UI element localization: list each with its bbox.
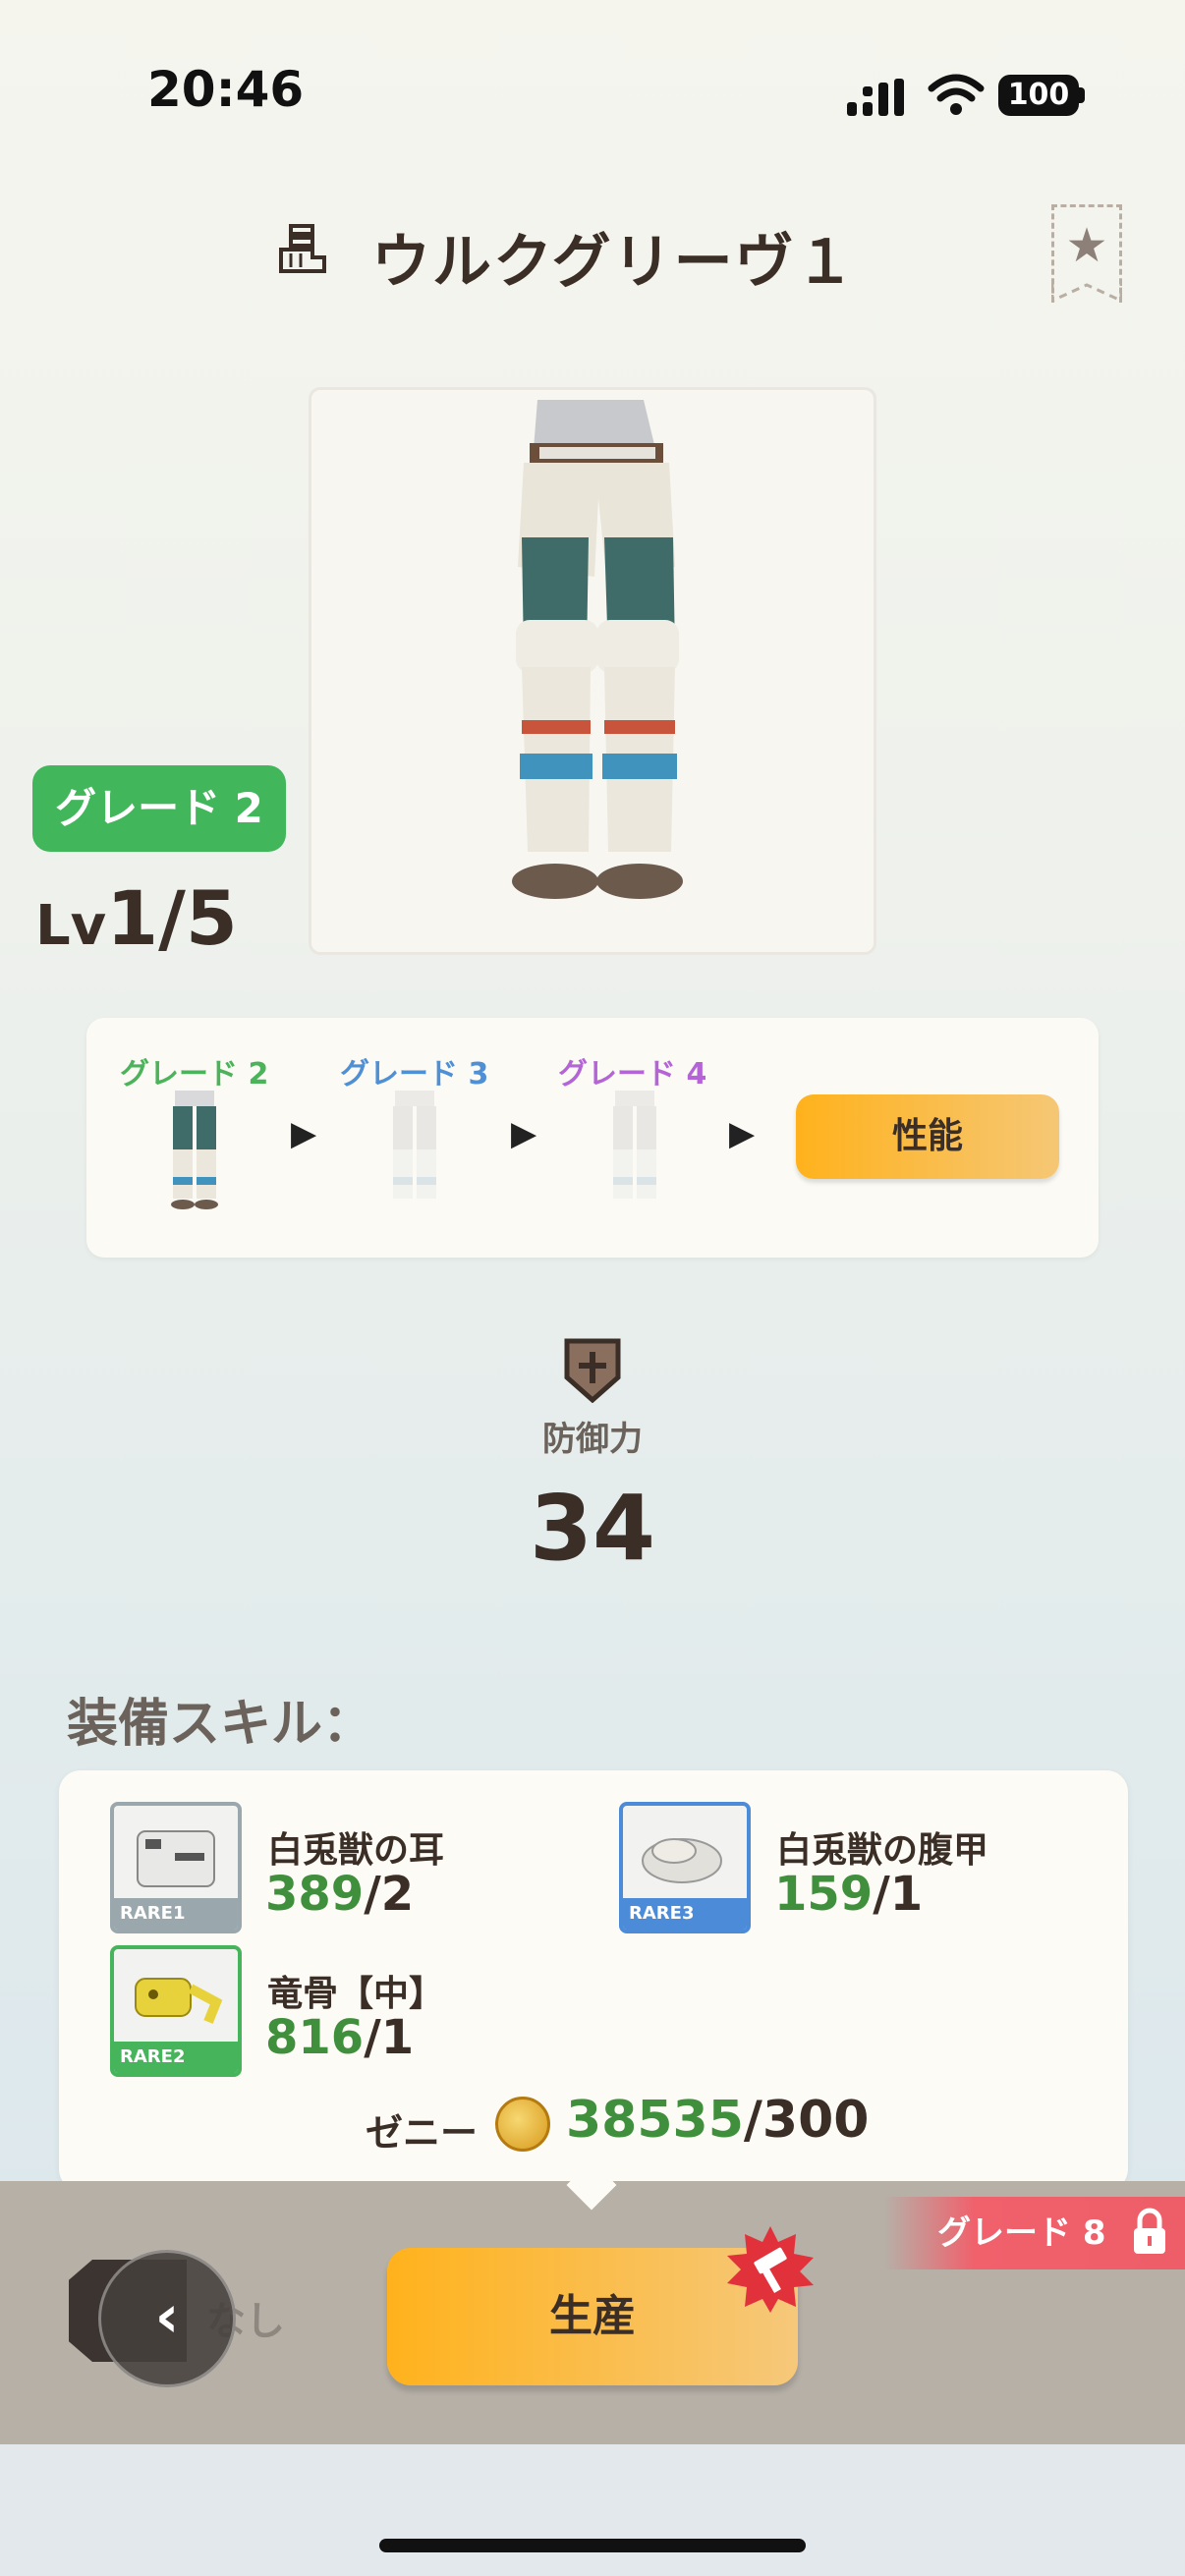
arrow-right-icon: ▶ [729,1114,756,1153]
defense-value: 34 [529,1476,656,1581]
back-button[interactable]: ‹ [98,2250,236,2387]
material-image [137,1830,215,1887]
battery-indicator: 100 [998,75,1079,116]
star-icon[interactable]: ★ [1051,218,1122,273]
rarity-label: RARE3 [623,1898,747,1930]
favorite-ribbon-tail [1051,281,1122,303]
level-prefix: Lv [35,894,107,958]
bottom-safe-area [0,2444,1185,2576]
material-count: 159/1 [774,1867,923,1922]
level-indicator: Lv1/5 [35,874,238,962]
material-have: 816 [265,2010,365,2065]
arrow-right-icon: ▶ [511,1114,537,1153]
shield-icon [564,1338,621,1403]
battery-tip [1079,87,1085,103]
material-icon-dragonbone[interactable]: RARE2 [110,1945,242,2077]
status-time: 20:46 [147,61,305,118]
material-need: /1 [873,1867,924,1922]
lock-icon [1134,2208,1165,2254]
material-have: 159 [774,1867,874,1922]
material-have: 389 [265,1867,365,1922]
skills-heading: 装備スキル： [67,1695,374,1754]
grade-3-thumbnail[interactable] [350,1087,478,1214]
performance-button[interactable]: 性能 [796,1094,1059,1179]
grade-2-thumbnail[interactable] [130,1087,257,1214]
material-name: 白兎獣の耳 [267,1830,445,1871]
material-need: /2 [364,1867,415,1922]
cellular-signal-icon [847,79,904,116]
material-icon-rabbit-plate[interactable]: RARE3 [619,1802,751,1933]
zeny-have: 38535 [566,2091,744,2150]
material-name: 白兎獣の腹甲 [776,1830,989,1871]
page-title: ウルクグリーヴ１ [371,228,857,297]
rarity-label: RARE1 [114,1898,238,1930]
zeny-count: 38535/300 [566,2091,869,2150]
material-count: 389/2 [265,1867,414,1922]
level-value: 1/5 [106,874,238,962]
material-image [135,1978,223,2024]
arrow-right-icon: ▶ [291,1114,317,1153]
material-image [642,1838,722,1883]
wifi-icon [928,74,985,115]
zeny-need: /300 [743,2091,870,2150]
defense-label: 防御力 [542,1420,643,1459]
home-indicator [379,2539,806,2552]
equipment-preview [309,387,876,955]
coin-icon [495,2097,550,2152]
leg-armor-image [512,400,683,899]
material-need: /1 [364,2010,415,2065]
leg-armor-icon [279,224,326,273]
zeny-label: ゼニー [366,2111,479,2155]
rarity-label: RARE2 [114,2042,238,2073]
hammer-icon [727,2226,814,2313]
material-name: 竜骨【中】 [267,1974,445,2014]
material-count: 816/1 [265,2010,414,2065]
current-grade-badge: グレード 2 [32,765,286,852]
grade-4-thumbnail[interactable] [570,1087,698,1214]
material-icon-rabbit-ear[interactable]: RARE1 [110,1802,242,1933]
